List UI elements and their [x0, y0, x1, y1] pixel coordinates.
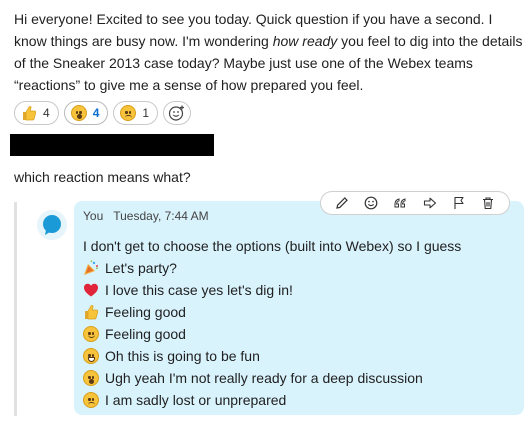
reaction-count: 4: [43, 106, 50, 120]
chat-bubble-icon: [43, 215, 61, 235]
reply-line: Feeling good: [83, 301, 461, 323]
forward-button[interactable]: [419, 193, 441, 213]
reply-meta: You Tuesday, 7:44 AM: [83, 209, 209, 223]
reactions-bar: 4 4 1: [14, 101, 192, 125]
sad-face-icon: [83, 392, 99, 408]
delete-button[interactable]: [477, 193, 499, 213]
thread-line: [14, 202, 17, 416]
flag-icon: [454, 196, 464, 209]
reply-bubble: You Tuesday, 7:44 AM I don't get to choos…: [74, 201, 524, 415]
reply-line: Feeling good: [83, 323, 461, 345]
reaction-sad[interactable]: 1: [113, 101, 159, 125]
reply-line-text: Feeling good: [105, 304, 186, 320]
message-actions-toolbar: [320, 191, 510, 215]
surprised-face-icon: [70, 105, 87, 121]
quote-button[interactable]: [389, 193, 411, 213]
reply-line-text: I don't get to choose the options (built…: [83, 238, 462, 254]
reaction-thumbs-up[interactable]: 4: [14, 101, 59, 125]
reply-line: I love this case yes let's dig in!: [83, 279, 461, 301]
forward-icon: [423, 197, 436, 209]
reply-line: Let's party?: [83, 257, 461, 279]
reply-line: I am sadly lost or unprepared: [83, 389, 461, 411]
reply-line-text: Let's party?: [105, 260, 177, 276]
red-heart-icon: [84, 283, 98, 297]
message-emphasis: how ready: [272, 33, 338, 49]
smiling-face-icon: [83, 326, 99, 342]
add-reaction-icon: [168, 105, 185, 121]
thumbs-up-icon: [23, 106, 37, 121]
reply-timestamp: Tuesday, 7:44 AM: [113, 209, 209, 223]
delete-icon: [483, 197, 494, 210]
reply-line-text: I love this case yes let's dig in!: [105, 282, 293, 298]
reaction-count: 4: [92, 106, 100, 120]
edit-button[interactable]: [331, 193, 353, 213]
laughing-face-icon: [83, 348, 99, 364]
flag-button[interactable]: [448, 193, 470, 213]
redacted-block: [10, 134, 214, 156]
edit-icon: [335, 197, 348, 209]
reply-line-text: Ugh yeah I'm not really ready for a deep…: [105, 370, 423, 386]
reply-line-text: Feeling good: [105, 326, 186, 342]
reply-line: Ugh yeah I'm not really ready for a deep…: [83, 367, 461, 389]
react-icon: [364, 196, 378, 210]
reply-author: You: [83, 209, 104, 223]
message-text: Hi everyone! Excited to see you today. Q…: [14, 8, 526, 96]
add-reaction-button[interactable]: [163, 101, 192, 125]
reply-line-text: Oh this is going to be fun: [105, 348, 260, 364]
avatar: [37, 210, 67, 240]
sad-face-icon: [120, 105, 137, 121]
react-button[interactable]: [360, 193, 382, 213]
question-text: which reaction means what?: [14, 169, 191, 185]
reaction-surprised[interactable]: 4: [63, 101, 109, 125]
reply-line-text: I am sadly lost or unprepared: [105, 392, 287, 408]
party-popper-icon: [84, 260, 99, 275]
reply-line: Oh this is going to be fun: [83, 345, 461, 367]
reaction-count: 1: [142, 106, 150, 120]
reply-body: I don't get to choose the options (built…: [83, 235, 461, 411]
thumbs-up-icon: [85, 305, 99, 320]
quote-icon: [394, 198, 406, 208]
surprised-face-icon: [83, 370, 99, 386]
reply-line: I don't get to choose the options (built…: [83, 235, 461, 257]
